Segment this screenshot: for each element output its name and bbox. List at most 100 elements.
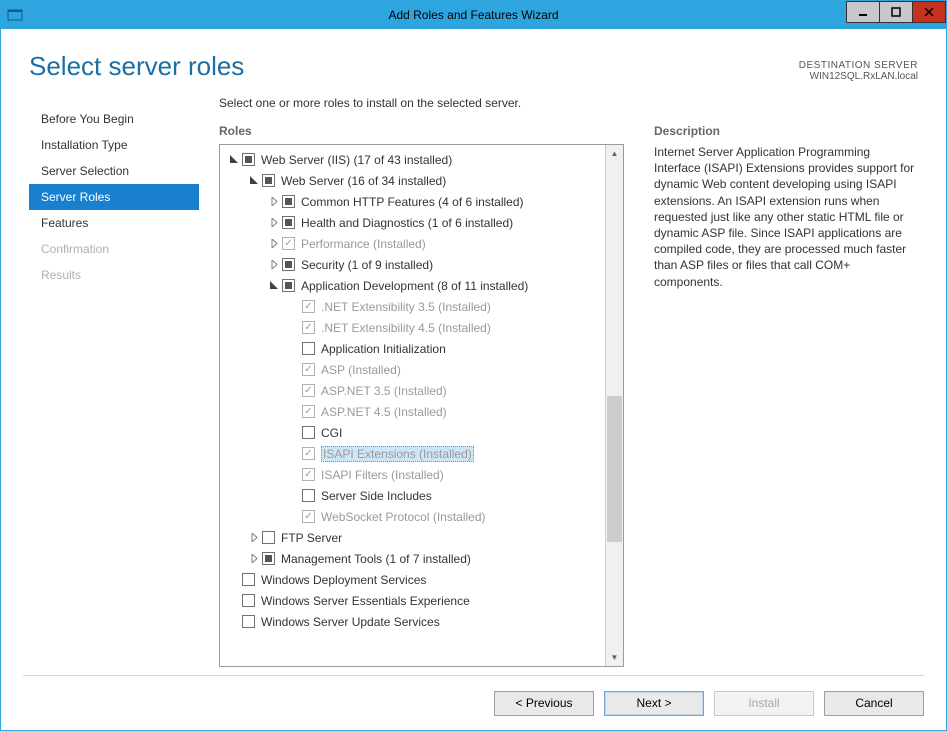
tree-row[interactable]: CGI (220, 422, 605, 443)
checkbox[interactable] (302, 342, 315, 355)
next-button[interactable]: Next > (604, 691, 704, 716)
expand-icon[interactable] (268, 238, 280, 250)
scroll-track[interactable] (606, 162, 623, 649)
tree-item-label: WebSocket Protocol (Installed) (321, 510, 486, 524)
checkbox[interactable] (282, 195, 295, 208)
body-row: Before You BeginInstallation TypeServer … (1, 90, 946, 675)
tree-item-label: ASP.NET 3.5 (Installed) (321, 384, 447, 398)
tree-row[interactable]: Performance (Installed) (220, 233, 605, 254)
columns: Roles Web Server (IIS) (17 of 43 install… (219, 124, 918, 667)
tree-row[interactable]: ISAPI Extensions (Installed) (220, 443, 605, 464)
tree-item-label: Application Initialization (321, 342, 446, 356)
checkbox[interactable] (242, 594, 255, 607)
tree-item-label: ISAPI Extensions (Installed) (321, 446, 474, 462)
roles-heading: Roles (219, 124, 624, 138)
checkbox[interactable] (282, 216, 295, 229)
tree-row[interactable]: ASP (Installed) (220, 359, 605, 380)
tree-row[interactable]: Health and Diagnostics (1 of 6 installed… (220, 212, 605, 233)
expander-placeholder (288, 511, 300, 523)
tree-row[interactable]: Security (1 of 9 installed) (220, 254, 605, 275)
window-title: Add Roles and Features Wizard (1, 8, 946, 22)
expand-icon[interactable] (248, 553, 260, 565)
vertical-scrollbar[interactable]: ▲ ▼ (605, 145, 623, 666)
minimize-button[interactable] (846, 1, 880, 23)
collapse-icon[interactable] (228, 154, 240, 166)
tree-row[interactable]: Windows Deployment Services (220, 569, 605, 590)
nav-item-installation-type[interactable]: Installation Type (29, 132, 199, 158)
expander-placeholder (288, 385, 300, 397)
tree-row[interactable]: ISAPI Filters (Installed) (220, 464, 605, 485)
tree-row[interactable]: ASP.NET 4.5 (Installed) (220, 401, 605, 422)
tree-row[interactable]: Windows Server Essentials Experience (220, 590, 605, 611)
nav-item-results: Results (29, 262, 199, 288)
main-panel: Select one or more roles to install on t… (199, 90, 918, 667)
checkbox[interactable] (242, 153, 255, 166)
expand-icon[interactable] (248, 532, 260, 544)
tree-item-label: Common HTTP Features (4 of 6 installed) (301, 195, 524, 209)
expander-placeholder (288, 322, 300, 334)
checkbox (302, 363, 315, 376)
previous-button[interactable]: < Previous (494, 691, 594, 716)
checkbox[interactable] (262, 174, 275, 187)
checkbox[interactable] (262, 552, 275, 565)
cancel-button[interactable]: Cancel (824, 691, 924, 716)
roles-tree[interactable]: Web Server (IIS) (17 of 43 installed) Web… (220, 145, 605, 666)
tree-item-label: Windows Server Update Services (261, 615, 440, 629)
scroll-up-button[interactable]: ▲ (606, 145, 623, 162)
tree-row[interactable]: Server Side Includes (220, 485, 605, 506)
tree-item-label: ISAPI Filters (Installed) (321, 468, 444, 482)
tree-item-label: Windows Deployment Services (261, 573, 426, 587)
system-menu-icon[interactable] (7, 7, 23, 23)
tree-row[interactable]: Common HTTP Features (4 of 6 installed) (220, 191, 605, 212)
checkbox[interactable] (242, 615, 255, 628)
tree-item-label: Web Server (16 of 34 installed) (281, 174, 446, 188)
checkbox[interactable] (302, 426, 315, 439)
maximize-button[interactable] (879, 1, 913, 23)
checkbox (302, 321, 315, 334)
expand-icon[interactable] (268, 217, 280, 229)
expander-placeholder (288, 448, 300, 460)
description-text: Internet Server Application Programming … (654, 144, 918, 290)
destination-label: DESTINATION SERVER (799, 60, 918, 71)
nav-item-confirmation: Confirmation (29, 236, 199, 262)
roles-column: Roles Web Server (IIS) (17 of 43 install… (219, 124, 624, 667)
expander-placeholder (288, 364, 300, 376)
collapse-icon[interactable] (268, 280, 280, 292)
tree-row[interactable]: WebSocket Protocol (Installed) (220, 506, 605, 527)
checkbox[interactable] (302, 489, 315, 502)
expander-placeholder (288, 490, 300, 502)
scroll-down-button[interactable]: ▼ (606, 649, 623, 666)
checkbox (302, 447, 315, 460)
tree-row[interactable]: Application Development (8 of 11 install… (220, 275, 605, 296)
expand-icon[interactable] (268, 259, 280, 271)
expand-icon[interactable] (268, 196, 280, 208)
nav-item-server-selection[interactable]: Server Selection (29, 158, 199, 184)
titlebar[interactable]: Add Roles and Features Wizard (1, 1, 946, 29)
tree-row[interactable]: .NET Extensibility 4.5 (Installed) (220, 317, 605, 338)
destination-info: DESTINATION SERVER WIN12SQL.RxLAN.local (799, 60, 918, 82)
expander-placeholder (228, 574, 240, 586)
checkbox[interactable] (242, 573, 255, 586)
tree-row[interactable]: .NET Extensibility 3.5 (Installed) (220, 296, 605, 317)
tree-row[interactable]: FTP Server (220, 527, 605, 548)
wizard-window: Add Roles and Features Wizard Select ser… (0, 0, 947, 731)
scroll-thumb[interactable] (607, 396, 622, 542)
description-column: Description Internet Server Application … (654, 124, 918, 667)
collapse-icon[interactable] (248, 175, 260, 187)
nav-item-server-roles[interactable]: Server Roles (29, 184, 199, 210)
checkbox[interactable] (262, 531, 275, 544)
nav-item-before-you-begin[interactable]: Before You Begin (29, 106, 199, 132)
tree-row[interactable]: Windows Server Update Services (220, 611, 605, 632)
nav-item-features[interactable]: Features (29, 210, 199, 236)
tree-row[interactable]: Web Server (16 of 34 installed) (220, 170, 605, 191)
expander-placeholder (288, 301, 300, 313)
tree-row[interactable]: Management Tools (1 of 7 installed) (220, 548, 605, 569)
description-heading: Description (654, 124, 918, 138)
tree-row[interactable]: Web Server (IIS) (17 of 43 installed) (220, 149, 605, 170)
close-button[interactable] (912, 1, 946, 23)
checkbox[interactable] (282, 258, 295, 271)
tree-row[interactable]: ASP.NET 3.5 (Installed) (220, 380, 605, 401)
checkbox[interactable] (282, 279, 295, 292)
tree-item-label: ASP.NET 4.5 (Installed) (321, 405, 447, 419)
tree-row[interactable]: Application Initialization (220, 338, 605, 359)
